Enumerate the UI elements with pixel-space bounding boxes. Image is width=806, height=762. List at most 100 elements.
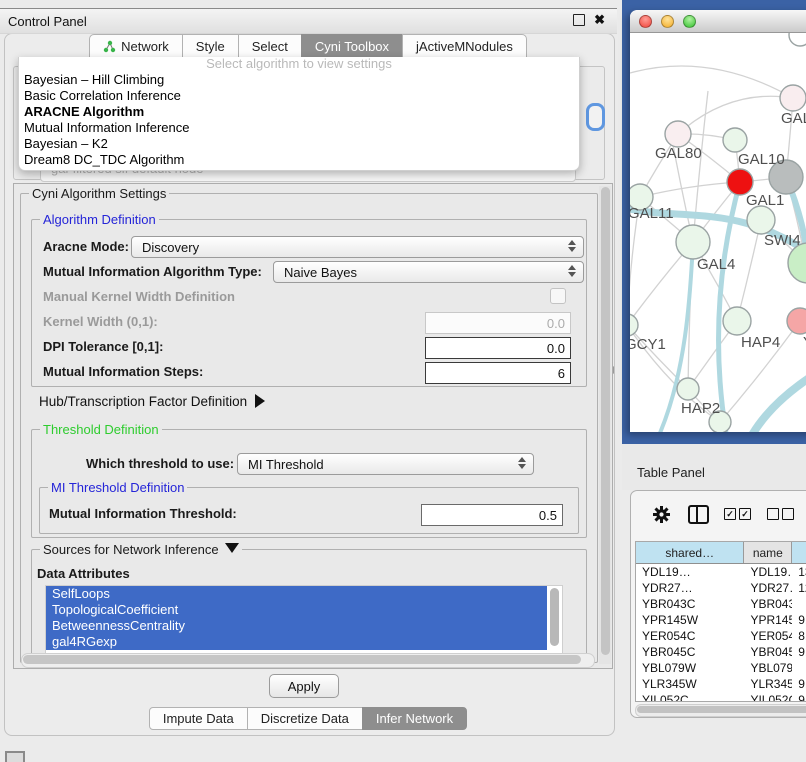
tab-infer-network[interactable]: Infer Network (362, 707, 467, 730)
tab-select[interactable]: Select (238, 34, 302, 58)
manual-kernel-checkbox[interactable] (550, 288, 566, 304)
node-swi4[interactable] (747, 206, 775, 234)
popup-placeholder: Select algorithm to view settings (19, 57, 579, 72)
svg-text:GAL11: GAL11 (630, 205, 674, 222)
select-all-button[interactable]: ✓ ✓ (724, 508, 751, 520)
cyni-settings-scrollpane: Cyni Algorithm Settings Algorithm Defini… (13, 183, 613, 669)
which-threshold-label: Which threshold to use: (86, 456, 234, 471)
svg-text:GAL10: GAL10 (738, 151, 785, 168)
menu-item[interactable]: Dream8 DC_TDC Algorithm (19, 152, 579, 168)
node-gal4[interactable] (676, 225, 710, 259)
vertical-scrollbar[interactable] (599, 186, 611, 664)
table-settings-button[interactable] (653, 506, 670, 523)
split-view-button[interactable] (688, 505, 709, 524)
table-row[interactable]: YDR27…YDR27…12 (636, 580, 806, 596)
tab-impute-data[interactable]: Impute Data (149, 707, 248, 730)
svg-text:HAP4: HAP4 (741, 334, 780, 351)
minimize-traffic-light-icon[interactable] (661, 15, 674, 28)
menu-item[interactable]: Mutual Information Inference (19, 120, 579, 136)
close-traffic-light-icon[interactable] (639, 15, 652, 28)
control-panel-titlebar: Control Panel ✖ (0, 8, 617, 34)
dpi-tolerance-field[interactable] (425, 337, 571, 359)
table-horizontal-scrollbar[interactable] (635, 704, 806, 717)
node-hap2[interactable] (677, 378, 699, 400)
group-title: Cyni Algorithm Settings (29, 186, 169, 201)
zoom-traffic-light-icon[interactable] (683, 15, 696, 28)
svg-text:HAP2: HAP2 (681, 400, 720, 417)
gear-icon (653, 506, 670, 523)
node[interactable] (789, 33, 806, 46)
group-title: Algorithm Definition (40, 212, 159, 227)
kernel-width-label: Kernel Width (0,1): (43, 314, 158, 329)
menu-item[interactable]: Bayesian – Hill Climbing (19, 72, 579, 88)
table-row[interactable]: YLR345WYLR345W9. (636, 676, 806, 692)
node-salmon[interactable] (787, 308, 806, 334)
hub-definition-expander[interactable]: Hub/Transcription Factor Definition (39, 394, 265, 409)
kernel-width-field[interactable] (425, 312, 571, 334)
tab-network[interactable]: Network (89, 34, 183, 58)
apply-button[interactable]: Apply (269, 674, 339, 698)
panel-title: Control Panel (8, 14, 87, 29)
combo-arrows-icon (568, 265, 576, 277)
aracne-mode-combo[interactable]: Discovery (131, 236, 584, 258)
column-header[interactable]: shared… (636, 542, 744, 563)
menu-item[interactable]: Bayesian – K2 (19, 136, 579, 152)
table-row[interactable]: YPR145WYPR145W9. (636, 612, 806, 628)
split-columns-icon (688, 505, 709, 524)
group-title: Threshold Definition (40, 422, 162, 437)
cyni-bottom-tabs: Impute Data Discretize Data Infer Networ… (0, 707, 617, 730)
mi-threshold-field[interactable] (421, 504, 563, 526)
table-row[interactable]: YBL079WYBL079W (636, 660, 806, 676)
mi-steps-label: Mutual Information Steps: (43, 364, 203, 379)
list-item[interactable]: SelfLoops (46, 586, 547, 602)
tab-style[interactable]: Style (182, 34, 239, 58)
node-gcy1[interactable] (630, 314, 638, 336)
float-panel-icon[interactable] (573, 14, 585, 26)
table-row[interactable]: YDL19…YDL19…13 (636, 564, 806, 580)
expand-right-icon (255, 394, 265, 408)
data-attributes-label: Data Attributes (37, 566, 130, 581)
sources-expander[interactable]: Sources for Network Inference (40, 542, 242, 557)
network-window-titlebar[interactable] (630, 10, 806, 33)
svg-text:GAL80: GAL80 (655, 145, 702, 162)
table-row[interactable]: YBR045CYBR045C9. (636, 644, 806, 660)
list-scrollbar[interactable] (550, 588, 559, 646)
horizontal-scrollbar[interactable] (21, 653, 595, 668)
docked-panel-icon[interactable] (5, 751, 25, 762)
node-gal-top[interactable] (780, 85, 806, 111)
tab-jactivemnodules[interactable]: jActiveMNodules (402, 34, 527, 58)
menu-item-selected[interactable]: ARACNE Algorithm (19, 104, 579, 120)
unchecked-box-icon (782, 508, 794, 520)
table-panel-title: Table Panel (637, 465, 705, 480)
table-toolbar: ✓ ✓ (631, 491, 806, 537)
checked-box-icon: ✓ (739, 508, 751, 520)
mi-type-combo[interactable]: Naive Bayes (273, 261, 584, 283)
tab-cyni-toolbox[interactable]: Cyni Toolbox (301, 34, 403, 58)
list-item[interactable]: gal4RGexp (46, 634, 547, 650)
focused-combo-fragment (586, 103, 605, 131)
column-header[interactable] (792, 542, 806, 563)
node-hap4[interactable] (723, 307, 751, 335)
deselect-all-button[interactable] (767, 508, 794, 520)
svg-text:SWI4: SWI4 (764, 232, 801, 249)
table-row[interactable]: YER054CYER054C8. (636, 628, 806, 644)
list-item[interactable]: BetweennessCentrality (46, 618, 547, 634)
mi-steps-field[interactable] (425, 362, 571, 384)
network-view-window: GAL GAL80 GAL10 GAL1 GAL11 SWI4 GAL4 GCY… (630, 10, 806, 432)
control-panel-tabs: Network Style Select Cyni Toolbox jActiv… (0, 34, 617, 58)
close-icon[interactable]: ✖ (594, 13, 605, 27)
svg-text:GCY1: GCY1 (630, 336, 666, 353)
checked-box-icon: ✓ (724, 508, 736, 520)
table-row[interactable]: YBR043CYBR043C (636, 596, 806, 612)
node-gal10[interactable] (723, 128, 747, 152)
tab-discretize-data[interactable]: Discretize Data (247, 707, 363, 730)
network-canvas[interactable]: GAL GAL80 GAL10 GAL1 GAL11 SWI4 GAL4 GCY… (630, 33, 806, 432)
table-row[interactable]: YIL052CYIL052C9. (636, 692, 806, 702)
combo-arrows-icon (518, 457, 526, 469)
table-header-row: shared… name (636, 542, 806, 564)
list-item[interactable]: TopologicalCoefficient (46, 602, 547, 618)
menu-item[interactable]: Basic Correlation Inference (19, 88, 579, 104)
which-threshold-combo[interactable]: MI Threshold (237, 453, 534, 475)
column-header[interactable]: name (744, 542, 792, 563)
node-gal80[interactable] (665, 121, 691, 147)
